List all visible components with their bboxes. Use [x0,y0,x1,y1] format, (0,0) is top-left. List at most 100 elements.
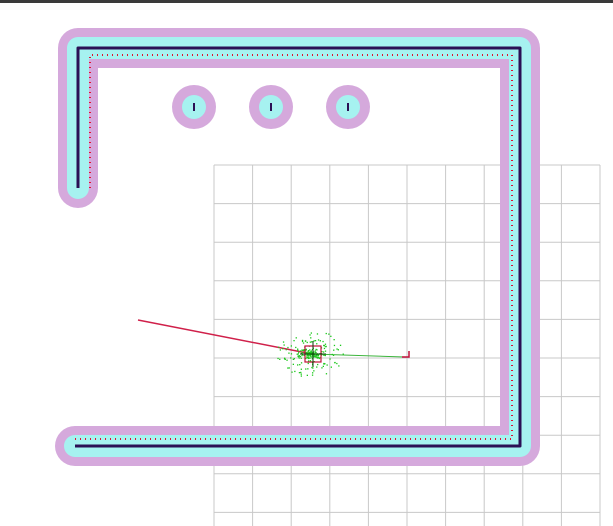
particle [323,347,326,350]
pillar-obstacle [326,85,370,129]
pillar-obstacles [172,85,370,129]
particle [314,350,316,352]
particle [310,354,312,356]
particle [312,372,314,374]
particle [302,342,305,344]
particle [309,349,311,351]
particle [339,344,342,346]
particle [298,357,300,359]
particle [323,351,325,353]
particle [300,350,302,352]
particle [305,368,307,370]
particle [311,366,313,369]
particle [300,368,302,370]
particle [313,355,316,358]
particle [336,362,338,365]
particle [306,374,308,376]
particle [310,337,312,339]
particle [288,352,290,354]
particle [311,374,314,376]
particle [324,354,326,357]
particle [309,360,312,362]
particle [311,341,313,343]
particle [295,346,297,349]
global-plan-path [137,319,313,355]
particle [322,365,324,367]
particle [284,357,286,359]
particle [282,341,285,343]
particle [301,349,303,351]
particle [285,349,287,351]
particle [301,340,304,343]
particle [286,359,288,361]
particle [297,364,299,366]
particle [323,344,325,347]
particle [317,339,320,341]
particle [298,372,301,374]
particle [300,357,302,359]
particle [313,340,315,342]
particle [333,349,335,351]
particle [317,363,319,366]
particle [282,348,284,350]
particle [333,344,336,347]
particle [309,341,311,343]
particle [293,340,295,342]
particle [290,345,292,347]
particle [330,366,332,368]
particle [324,343,327,345]
particle [295,337,297,339]
inflation-outer-layer [55,28,540,466]
particle [277,357,279,360]
particle [321,367,323,369]
particle [306,341,308,344]
particle [298,351,300,353]
particle [287,367,289,369]
particle [323,362,325,365]
particle [332,354,335,356]
particle [314,351,317,354]
map-viewport[interactable] [0,3,613,526]
wall-obstacle-line [75,46,522,448]
particle [322,340,324,343]
particle [309,334,311,336]
particle [279,358,281,360]
particle [307,362,309,365]
particle [331,353,333,356]
costmap-walls [55,28,540,466]
particle [319,357,321,359]
particle [342,353,344,355]
particle [288,367,290,369]
particle [299,355,302,358]
particle [307,357,309,360]
particle [326,364,328,366]
particle [278,346,280,348]
particle [336,348,338,350]
particle [325,332,327,335]
particle [290,353,293,355]
particle [290,357,292,359]
particle [313,370,315,372]
particle [299,364,301,366]
particle [297,349,299,351]
particle [297,353,299,355]
particle [323,354,325,356]
particle [291,371,293,373]
particle [287,346,289,349]
particle [305,351,307,353]
particle [334,361,336,364]
particle [292,363,294,365]
particle [330,335,332,337]
particle [307,368,309,370]
map-canvas[interactable] [0,3,613,526]
pillar-obstacle [172,85,216,129]
particle [337,349,339,351]
particle [319,340,321,342]
robot-marker-icon [300,341,326,367]
particle [316,343,318,345]
particle [316,333,319,335]
particle [297,356,300,358]
particle [315,348,317,351]
particle [333,339,335,341]
particle [314,340,317,342]
